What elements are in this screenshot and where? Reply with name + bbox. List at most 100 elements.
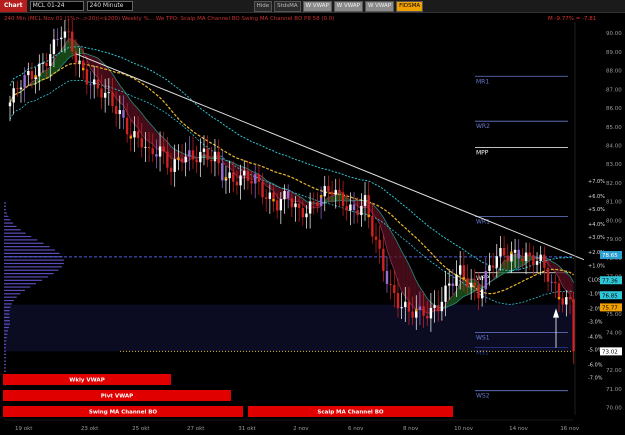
percent-axis-label: +1.0%: [588, 263, 605, 269]
candle-body: [107, 92, 111, 94]
time-axis-label: 16 nov: [560, 426, 580, 432]
candle-body: [228, 172, 231, 179]
pivot-label-ws1: WS1: [476, 335, 490, 342]
candle-body: [147, 146, 151, 149]
profile-bar: [4, 286, 31, 288]
percent-axis-label: -4.0%: [588, 334, 603, 340]
range-band: [4, 304, 573, 352]
candle-body: [488, 265, 491, 271]
signal-marker: [82, 67, 85, 71]
candle-body: [166, 151, 169, 168]
candle-body: [517, 249, 520, 259]
candle-body: [451, 283, 455, 286]
candle-body: [239, 175, 242, 186]
candle-body: [286, 191, 290, 199]
candle-body: [133, 131, 136, 138]
price-chart[interactable]: MR1 WR2 MPP WR1 WPP WS1 MS1 WS2 90.00 89.00 88.00 8…: [0, 12, 625, 435]
profile-bar: [4, 222, 14, 224]
chart-menu-button[interactable]: Chart: [0, 0, 27, 12]
time-axis-label: 2 nov: [293, 426, 309, 432]
candle-body: [462, 265, 466, 279]
candle-body: [404, 301, 407, 308]
price-axis-label: 72.00: [606, 368, 622, 374]
candle-body: [261, 181, 264, 198]
candle-body: [316, 201, 319, 207]
profile-bar: [4, 276, 49, 278]
candle-body: [568, 297, 572, 300]
signal-marker: [129, 136, 132, 139]
candle-body: [71, 31, 74, 52]
profile-bar: [4, 323, 11, 325]
candle-body: [16, 88, 19, 90]
price-axis-label: 80.00: [606, 218, 622, 224]
candle-body: [484, 270, 487, 290]
candle-body: [199, 151, 202, 163]
profile-bar: [4, 293, 21, 295]
pivot-label-wr1: WR1: [476, 219, 490, 226]
profile-bar: [4, 367, 6, 369]
symbol-field[interactable]: MCL 01-24: [29, 1, 84, 11]
trend-line: [75, 53, 585, 261]
price-axis-label: 84.00: [606, 144, 622, 150]
candle-body: [312, 201, 315, 203]
price-axis-label: 83.00: [606, 162, 622, 168]
candle-body: [356, 210, 359, 216]
profile-bar: [4, 269, 59, 271]
candle-body: [502, 247, 506, 256]
profile-bar: [4, 219, 11, 221]
w-vwap-button-3[interactable]: W VWAP: [364, 0, 395, 12]
candle-body: [92, 79, 96, 85]
candle-body: [393, 284, 396, 294]
hide-button[interactable]: Hide: [253, 0, 273, 12]
candle-body: [294, 203, 297, 208]
percent-axis-label: +5.0%: [588, 207, 605, 213]
candle-body: [323, 186, 326, 197]
candle-body: [283, 191, 286, 200]
indicator-box-label: Swing MA Channel BO: [89, 410, 158, 416]
candle-body: [499, 247, 502, 257]
candle-body: [78, 60, 81, 63]
candle-body: [506, 255, 509, 262]
percent-axis-label: +7.0%: [588, 179, 605, 185]
price-tag-text: 78.65: [602, 253, 618, 259]
profile-bar: [4, 202, 6, 204]
candle-body: [169, 167, 173, 172]
profile-bar: [4, 353, 6, 356]
fidsma-button[interactable]: FIDSMA: [396, 0, 424, 12]
cloud-down: [397, 243, 402, 292]
candle-body: [235, 181, 239, 186]
candle-body: [319, 196, 323, 207]
candle-body: [246, 170, 250, 181]
candle-body: [363, 195, 367, 206]
profile-bar: [4, 249, 56, 251]
candle-body: [480, 289, 484, 299]
price-tag-text: 77.36: [602, 278, 618, 284]
candle-body: [557, 283, 561, 299]
profile-bar: [4, 239, 38, 241]
candle-body: [418, 306, 422, 311]
candle-body: [513, 249, 517, 253]
stdsma-button[interactable]: StdsMA: [274, 0, 301, 12]
candle-body: [440, 301, 444, 312]
w-vwap-button-1[interactable]: W VWAP: [302, 0, 332, 12]
change-readout: M -9.77% = -7.81: [548, 16, 596, 22]
candle-body: [458, 265, 462, 275]
candle-body: [561, 298, 564, 305]
time-axis-label: 10 nov: [454, 426, 474, 432]
candle-body: [19, 87, 23, 90]
interval-field[interactable]: 240 Minute: [86, 1, 133, 11]
candle-body: [60, 37, 63, 40]
cloud-down: [383, 217, 387, 250]
signal-marker: [272, 199, 275, 202]
candle-body: [125, 117, 129, 135]
candle-body: [100, 88, 103, 98]
candle-body: [151, 148, 154, 155]
signal-marker: [462, 277, 466, 280]
candle-body: [122, 110, 125, 118]
profile-bar: [4, 360, 6, 362]
w-vwap-button-2[interactable]: W VWAP: [333, 0, 363, 12]
candle-body: [301, 208, 304, 218]
percent-axis-label: -7.0%: [588, 376, 603, 382]
profile-bar: [4, 306, 11, 308]
pivot-label-wr2: WR2: [476, 123, 490, 130]
